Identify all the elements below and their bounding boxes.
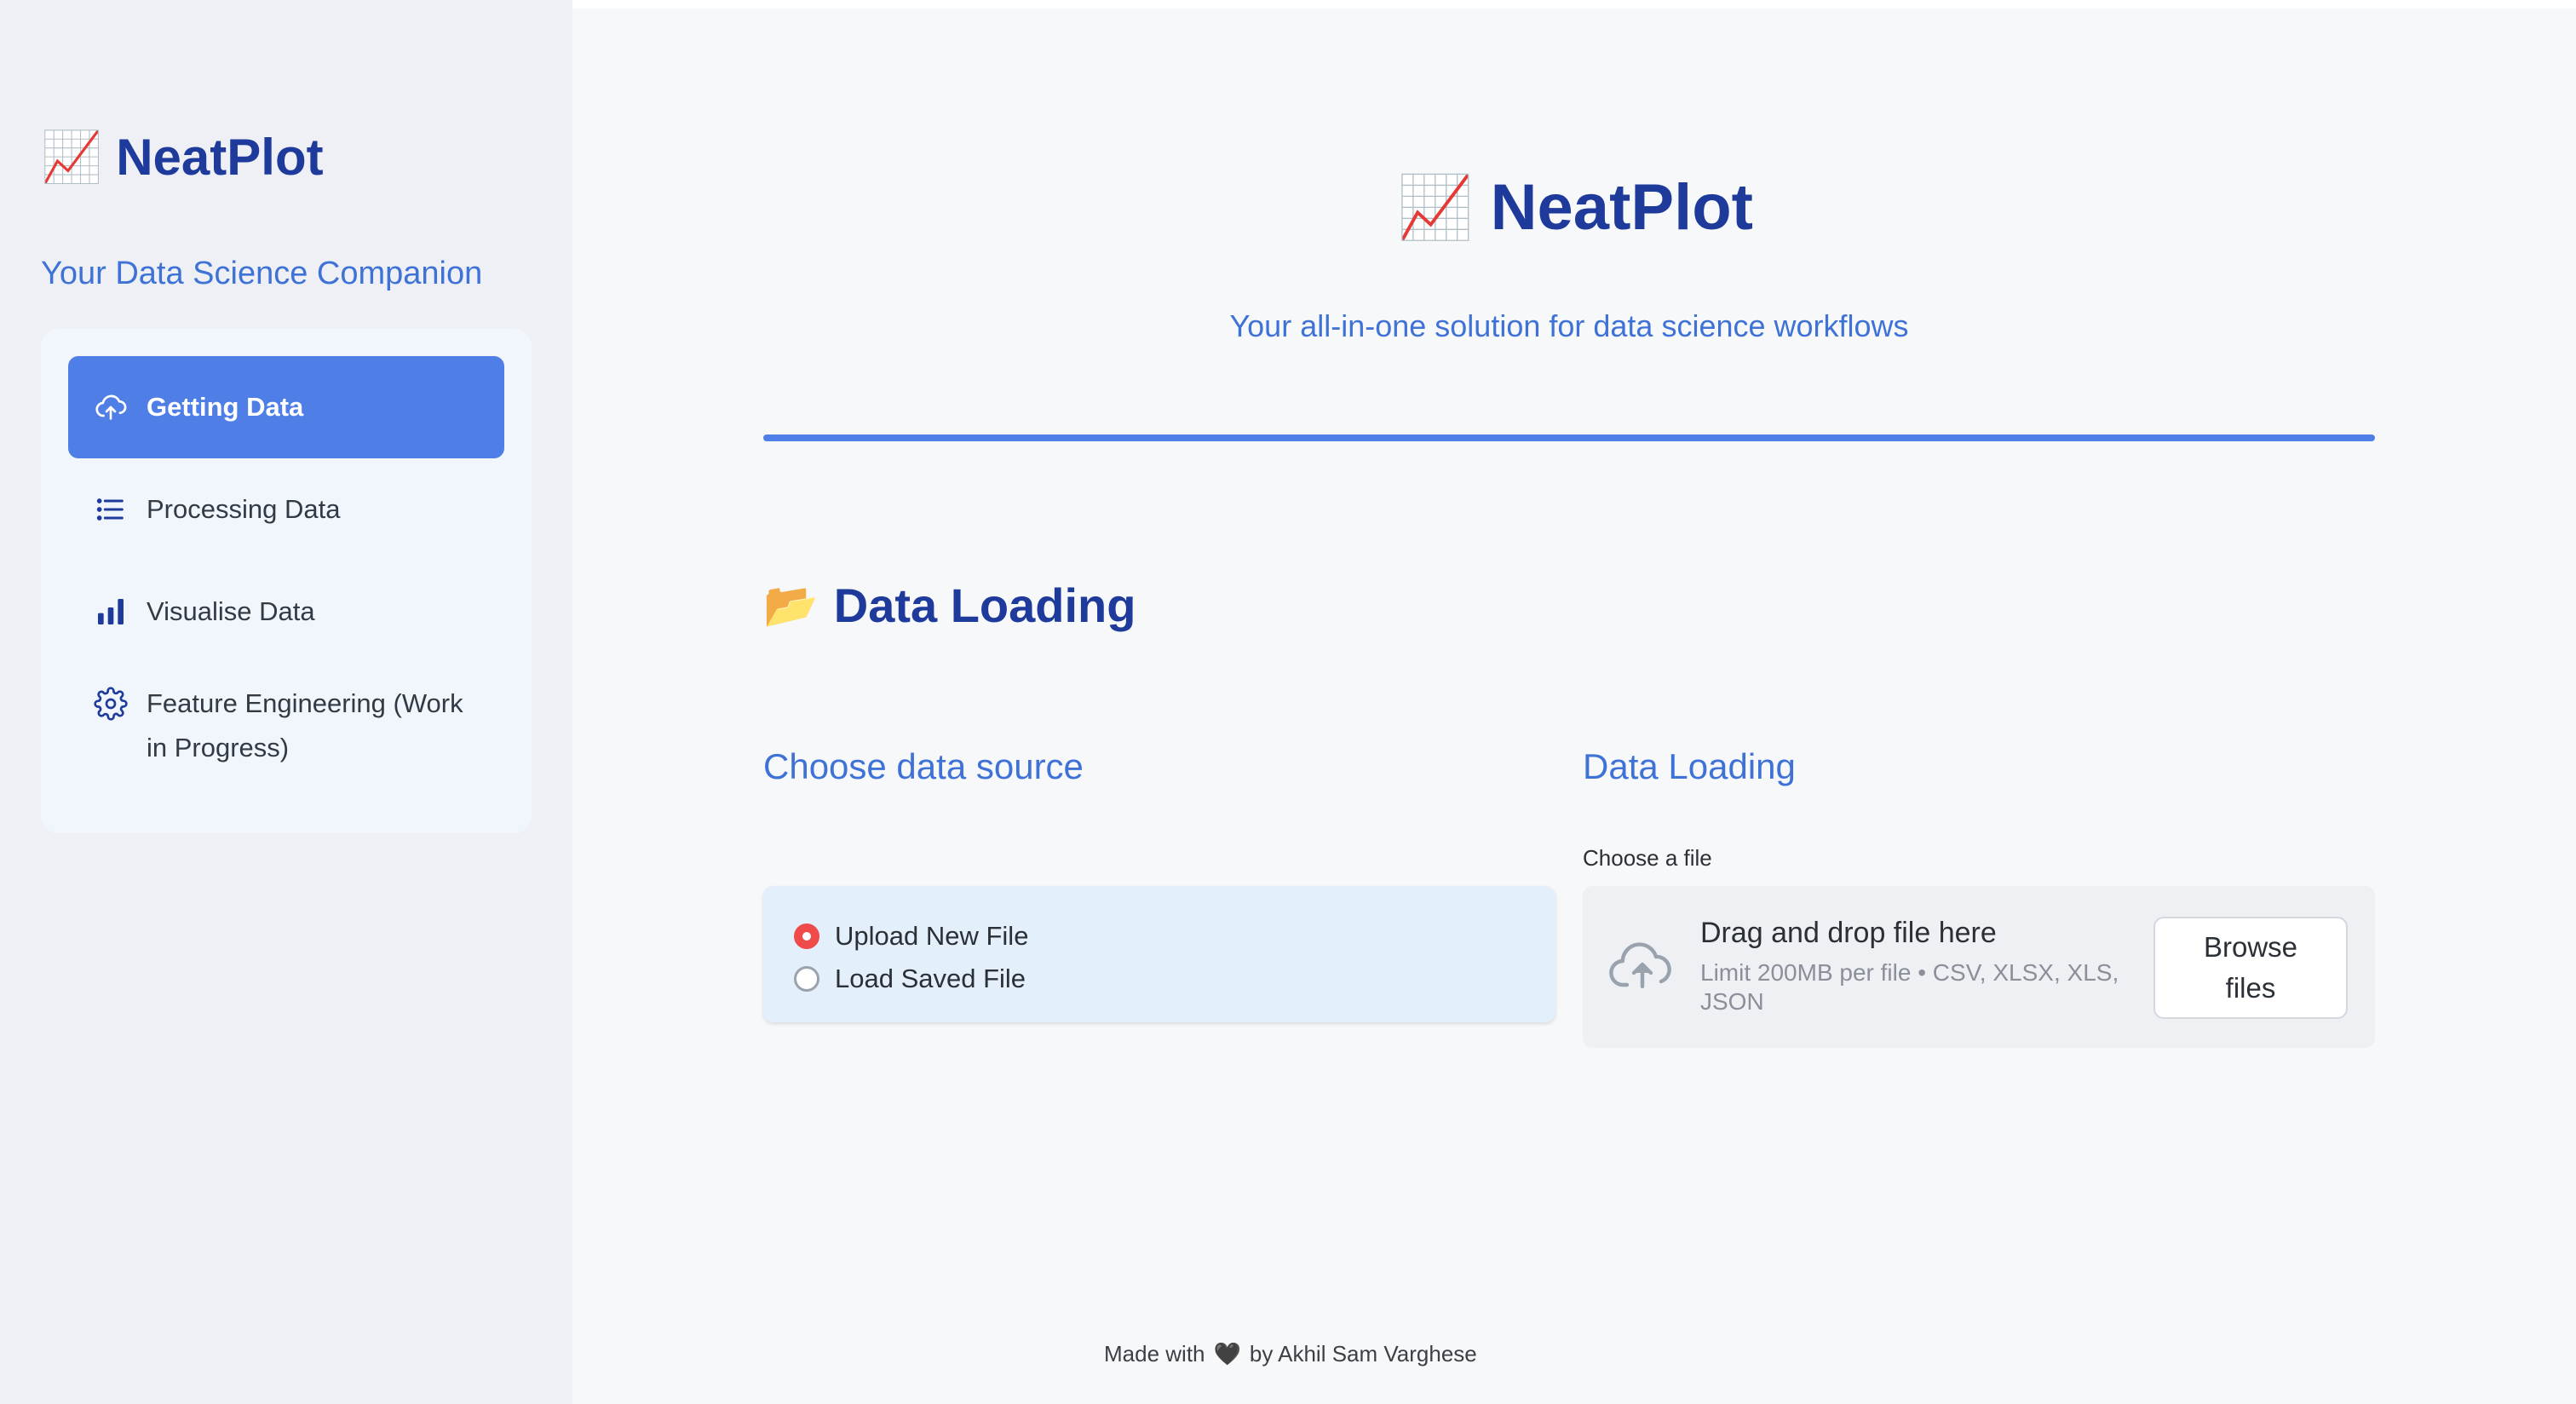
file-dropzone[interactable]: Drag and drop file here Limit 200MB per … [1583,886,2375,1048]
footer: Made with 🖤 by Akhil Sam Varghese [1104,1341,1477,1367]
bar-chart-icon [94,595,128,629]
footer-author: by Akhil Sam Varghese [1249,1341,1477,1367]
sidebar-item-visualise-data[interactable]: Visualise Data [68,561,504,663]
file-uploader-label: Choose a file [1583,845,1712,871]
sidebar-item-processing-data[interactable]: Processing Data [68,458,504,561]
heart-icon: 🖤 [1213,1341,1241,1367]
cloud-upload-icon [1608,939,1676,993]
data-source-radio-group: Upload New File Load Saved File [763,886,1555,1022]
sidebar-item-label: Visualise Data [147,596,315,626]
sidebar: 📈 NeatPlot Your Data Science Companion G… [0,0,572,1404]
section-header: 📂 Data Loading [763,578,1136,633]
sidebar-nav: Getting Data Processing Data Visualise D… [41,329,532,833]
page-subtitle: Your all-in-one solution for data scienc… [1229,308,1909,343]
chart-emoji-icon: 📈 [41,129,103,185]
sidebar-item-label: Processing Data [147,494,341,524]
cloud-upload-icon [94,390,128,424]
main-brand: 📈 NeatPlot [1397,170,1753,245]
chart-emoji-icon: 📈 [1397,174,1474,242]
radio-unselected-icon[interactable] [794,966,819,992]
radio-selected-icon[interactable] [794,924,819,949]
data-loading-heading: Data Loading [1583,746,1796,786]
gear-icon [94,687,128,721]
list-icon [94,492,128,526]
sidebar-item-label: Feature Engineering (Work in Progress) [147,688,463,762]
sidebar-title: NeatPlot [116,129,324,186]
sidebar-item-getting-data[interactable]: Getting Data [68,356,504,458]
sidebar-brand: 📈 NeatPlot [41,128,324,187]
header-divider [763,434,2375,441]
page-title: NeatPlot [1490,171,1753,244]
radio-label: Upload New File [835,921,1029,951]
dropzone-limits: Limit 200MB per file • CSV, XLSX, XLS, J… [1700,959,2119,1015]
radio-label: Load Saved File [835,964,1026,993]
top-bar [572,0,2576,9]
data-source-heading: Choose data source [763,746,1084,786]
dropzone-text: Drag and drop file here Limit 200MB per … [1700,917,2143,1016]
radio-option-upload-new-file[interactable]: Upload New File [794,915,1525,958]
sidebar-item-label: Getting Data [147,392,304,422]
sidebar-item-feature-engineering[interactable]: Feature Engineering (Work in Progress) [68,663,504,791]
app-root: 📈 NeatPlot Your Data Science Companion G… [0,0,2576,1404]
radio-option-load-saved-file[interactable]: Load Saved File [794,958,1525,1000]
folder-emoji-icon: 📂 [763,581,819,630]
sidebar-subtitle: Your Data Science Companion [41,256,483,291]
section-title: Data Loading [833,578,1136,632]
dropzone-instructions: Drag and drop file here [1700,917,1997,949]
footer-prefix: Made with [1104,1341,1205,1367]
browse-files-button[interactable]: Browse files [2153,917,2348,1019]
